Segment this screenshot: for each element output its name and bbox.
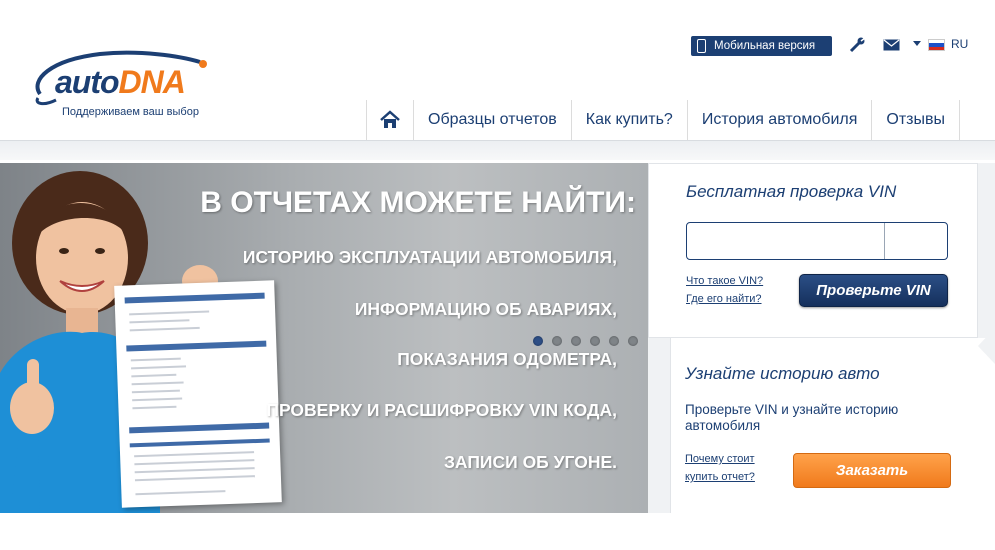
mail-icon[interactable] [883,39,900,51]
vin-check-box: Бесплатная проверка VIN Что такое VIN? Г… [648,163,978,338]
panel-notch [978,328,995,364]
logo-dna: DNA [118,64,186,100]
nav-item-sample-reports[interactable]: Образцы отчетов [413,100,571,140]
where-to-find-link[interactable]: Где его найти? [686,293,762,305]
banner-line: ЗАПИСИ ОБ УГОНЕ. [443,452,617,472]
language-label[interactable]: RU [951,37,968,51]
vin-check-title: Бесплатная проверка VIN [686,182,897,201]
page: { "header": { "logo_auto": "auto", "logo… [0,0,995,550]
tools-icon[interactable] [849,37,867,53]
vin-input-field[interactable] [686,222,948,260]
nav-item-vehicle-history[interactable]: История автомобиля [686,100,872,140]
logo-auto: auto [55,64,120,100]
what-is-vin-link[interactable]: Что такое VIN? [686,275,763,287]
order-button[interactable]: Заказать [793,453,951,488]
slider-dot[interactable] [552,336,562,346]
main-nav: Образцы отчетов Как купить? История авто… [366,100,961,140]
nav-home[interactable] [366,100,413,140]
slider-dot[interactable] [609,336,619,346]
mobile-version-label: Мобильная версия [714,40,816,52]
vin-input-segment[interactable] [884,223,947,259]
slider-dot[interactable] [571,336,581,346]
history-title: Узнайте историю авто [685,364,880,383]
why-buy-link-line2[interactable]: купить отчет? [685,471,755,483]
check-vin-button[interactable]: Проверьте VIN [799,274,948,307]
russia-flag-icon[interactable] [928,39,945,51]
logo[interactable]: autoDNA Поддерживаем ваш выбор [30,42,220,122]
history-description: Проверьте VIN и узнайте историю автомоби… [685,402,899,433]
chevron-down-icon[interactable] [913,41,921,46]
slider-dot[interactable] [628,336,638,346]
slider-dots [533,336,638,346]
banner-line: ПРОВЕРКУ И РАСШИФРОВКУ VIN КОДА, [266,400,617,420]
home-icon [380,110,400,128]
vin-input[interactable] [687,223,884,259]
banner-line: ИНФОРМАЦИЮ ОБ АВАРИЯХ, [354,299,617,319]
header-divider [0,140,995,160]
nav-item-how-to-buy[interactable]: Как купить? [570,100,687,140]
logo-text: autoDNA [55,64,186,100]
banner-title: В ОТЧЕТАХ МОЖЕТЕ НАЙТИ: [200,186,636,219]
slider-dot[interactable] [590,336,600,346]
banner-line: ПОКАЗАНИЯ ОДОМЕТРА, [397,349,617,369]
phone-icon [697,39,706,53]
mobile-version-button[interactable]: Мобильная версия [691,36,832,56]
banner-line: ИСТОРИЮ ЭКСПЛУАТАЦИИ АВТОМОБИЛЯ, [242,247,617,267]
page-footer-area [0,513,995,550]
slider-dot[interactable] [533,336,543,346]
tagline: Поддерживаем ваш выбор [62,106,199,118]
sample-report-image [114,280,282,508]
why-buy-link-line1[interactable]: Почему стоит [685,453,755,465]
right-panel: Бесплатная проверка VIN Что такое VIN? Г… [648,163,995,513]
nav-item-reviews[interactable]: Отзывы [871,100,961,140]
